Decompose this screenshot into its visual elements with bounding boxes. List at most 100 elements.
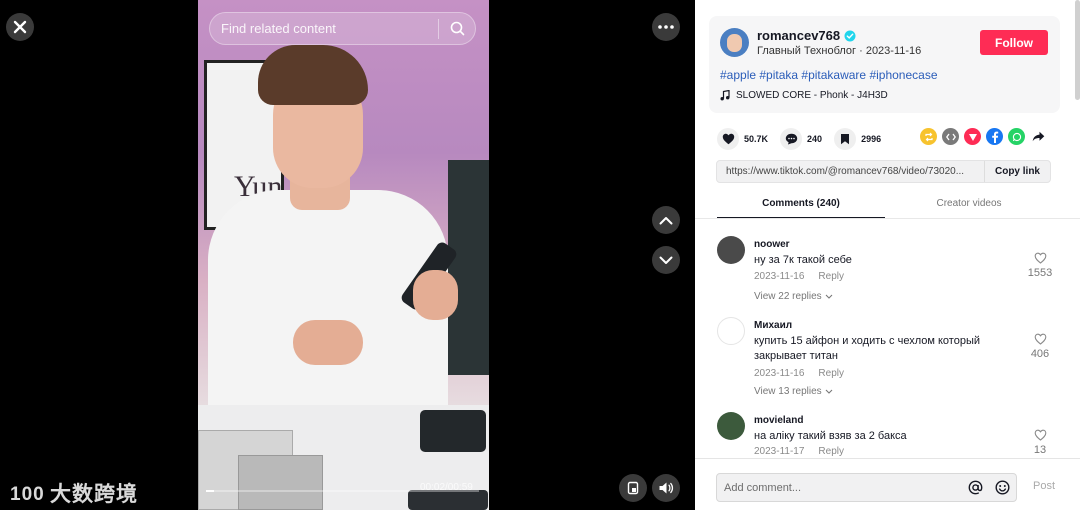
- comment-avatar[interactable]: [717, 317, 745, 345]
- comment-avatar[interactable]: [717, 412, 745, 440]
- like-button[interactable]: 50.7K: [717, 128, 768, 150]
- comment-icon: [785, 133, 797, 145]
- reply-button[interactable]: Reply: [818, 368, 844, 379]
- comment-date: 2023-11-16: [754, 368, 805, 379]
- comment-like-button[interactable]: 406: [1022, 333, 1058, 360]
- video-player[interactable]: Yun: [198, 0, 489, 510]
- panel-scrollbar[interactable]: [1075, 0, 1080, 100]
- detail-panel: romancev768 Главный Техноблог · 2023-11-…: [695, 0, 1080, 510]
- author-card: romancev768 Главный Техноблог · 2023-11-…: [709, 16, 1060, 113]
- save-button[interactable]: 2996: [834, 128, 881, 150]
- comment-input[interactable]: [717, 481, 962, 494]
- reply-button[interactable]: Reply: [818, 271, 844, 282]
- heart-outline-icon: [1034, 333, 1046, 345]
- svg-text:100: 100: [10, 484, 45, 504]
- comment-date: 2023-11-16: [754, 271, 805, 282]
- view-replies-button[interactable]: View 13 replies: [754, 386, 833, 397]
- post-comment-button[interactable]: Post: [1033, 480, 1055, 492]
- comment-meta: 2023-11-16 Reply: [754, 271, 844, 282]
- video-time: 00:02/00:59: [420, 482, 473, 493]
- share-arrow-icon[interactable]: [1030, 128, 1047, 145]
- hashtags[interactable]: #apple #pitaka #pitakaware #iphonecase: [720, 68, 938, 82]
- music-title[interactable]: SLOWED CORE - Phonk - J4H3D: [736, 90, 888, 101]
- send-icon[interactable]: [964, 128, 981, 145]
- panel-tabs: Comments (240) Creator videos: [717, 192, 1058, 219]
- person-shirt: [208, 190, 448, 430]
- floating-player-button[interactable]: [619, 474, 647, 502]
- author-subtitle: Главный Техноблог · 2023-11-16: [757, 45, 922, 57]
- phone-case: [420, 410, 486, 452]
- music-row[interactable]: SLOWED CORE - Phonk - J4H3D: [720, 90, 888, 101]
- video-stage: Yun 00:02/00:59 10: [0, 0, 695, 510]
- video-progress-fill: [206, 490, 215, 492]
- author-username-row[interactable]: romancev768: [757, 28, 856, 43]
- music-note-icon: [720, 90, 730, 101]
- comment-avatar[interactable]: [717, 236, 745, 264]
- comment-text: купить 15 айфон и ходить с чехлом которы…: [754, 335, 981, 362]
- repost-icon[interactable]: [920, 128, 937, 145]
- author-avatar[interactable]: [720, 28, 749, 57]
- like-count: 50.7K: [744, 134, 769, 144]
- share-link-box: https://www.tiktok.com/@romancev768/vide…: [716, 160, 1051, 183]
- reply-button[interactable]: Reply: [818, 446, 844, 457]
- more-icon: [658, 25, 674, 29]
- view-replies-label[interactable]: View 13 replies: [754, 386, 822, 397]
- verified-badge-icon: [844, 30, 856, 41]
- comment-like-count: 13: [1033, 444, 1047, 456]
- phone-case-2: [408, 490, 488, 510]
- comment-like-count: 406: [1030, 348, 1050, 360]
- previous-video-button[interactable]: [652, 206, 680, 234]
- floating-player-icon: [627, 481, 639, 495]
- comment-username[interactable]: Михаил: [754, 320, 792, 331]
- close-icon: [13, 20, 27, 34]
- comment-text: ну за 7к такой себе: [754, 254, 852, 266]
- mention-button[interactable]: [962, 480, 989, 495]
- comment-username[interactable]: movieland: [754, 415, 803, 426]
- close-button[interactable]: [6, 13, 34, 41]
- search-icon: [450, 21, 464, 36]
- follow-button[interactable]: Follow: [980, 30, 1048, 55]
- view-replies-label[interactable]: View 22 replies: [754, 291, 822, 302]
- tab-comments[interactable]: Comments (240): [717, 192, 885, 219]
- volume-button[interactable]: [652, 474, 680, 502]
- comment-meta: 2023-11-17 Reply: [754, 446, 844, 457]
- more-options-button[interactable]: [652, 13, 680, 41]
- search-input[interactable]: [210, 21, 438, 36]
- comment-list: noower ну за 7к такой себе 2023-11-16 Rep…: [695, 228, 1080, 458]
- comment-button[interactable]: 240: [780, 128, 822, 150]
- comment-bar: [695, 458, 1080, 510]
- next-video-button[interactable]: [652, 246, 680, 274]
- bookmark-icon: [841, 134, 850, 145]
- watermark-logo: 100: [10, 484, 45, 504]
- person-hair: [258, 45, 368, 105]
- chevron-down-icon: [659, 256, 673, 264]
- comment-like-button[interactable]: 13: [1022, 429, 1058, 456]
- search-button[interactable]: [439, 21, 475, 36]
- emoji-button[interactable]: [989, 480, 1016, 495]
- at-icon: [968, 480, 983, 495]
- comment-item: noower ну за 7к такой себе 2023-11-16 Rep…: [717, 230, 1057, 308]
- chevron-down-icon: [825, 389, 833, 394]
- volume-icon: [659, 482, 674, 494]
- comment-count: 240: [807, 134, 823, 144]
- watermark-text: 大数跨境: [50, 483, 138, 506]
- view-replies-button[interactable]: View 22 replies: [754, 291, 833, 302]
- person-right-hand: [413, 270, 458, 320]
- copy-link-button[interactable]: Copy link: [983, 161, 1050, 182]
- heart-outline-icon: [1034, 252, 1046, 264]
- comment-username[interactable]: noower: [754, 239, 790, 250]
- save-count: 2996: [861, 134, 882, 144]
- tab-creator-videos[interactable]: Creator videos: [885, 192, 1053, 219]
- comment-item: movieland на аліку такий взяв за 2 бакса…: [717, 406, 1057, 458]
- comment-meta: 2023-11-16 Reply: [754, 368, 844, 379]
- engagement-stats: 50.7K 240 2996: [717, 128, 893, 150]
- comment-input-box[interactable]: [716, 473, 1017, 502]
- whatsapp-icon[interactable]: [1008, 128, 1025, 145]
- share-link-url[interactable]: https://www.tiktok.com/@romancev768/vide…: [717, 166, 984, 177]
- comment-like-button[interactable]: 1553: [1022, 252, 1058, 279]
- author-username[interactable]: romancev768: [757, 28, 840, 43]
- search-bar[interactable]: [209, 12, 476, 45]
- heart-outline-icon: [1034, 429, 1046, 441]
- embed-icon[interactable]: [942, 128, 959, 145]
- facebook-icon[interactable]: [986, 128, 1003, 145]
